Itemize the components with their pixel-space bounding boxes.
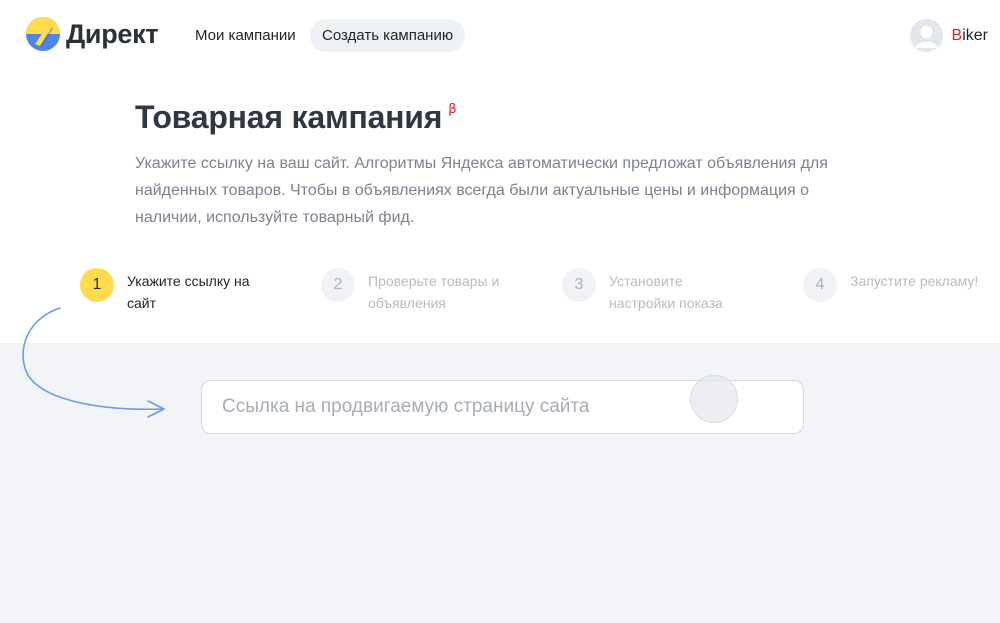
user-name-first-letter: B	[951, 26, 963, 44]
logo-text: Директ	[66, 18, 159, 49]
steps-progress: 1 Укажите ссылку на сайт 2 Проверьте тов…	[80, 268, 980, 318]
page-title: Товарная кампания	[135, 99, 443, 135]
header: Директ Мои кампании Создать кампанию Bik…	[0, 0, 1000, 70]
step-label: Запустите рекламу!	[850, 273, 979, 289]
user-name: Biker	[952, 27, 988, 45]
title-row: Товарная кампания β	[135, 96, 457, 138]
step-label: Проверьте товары и объявления	[368, 273, 500, 311]
cursor-indicator	[690, 375, 738, 423]
step-label: Установите настройки показа	[609, 273, 723, 311]
nav-my-campaigns[interactable]: Мои кампании	[195, 19, 296, 52]
yandex-direct-logo-icon	[26, 17, 60, 51]
logo[interactable]: Директ	[26, 17, 159, 51]
step-number: 2	[321, 268, 355, 302]
step-4: 4 Запустите рекламу!	[803, 268, 990, 302]
step-3: 3 Установите настройки показа	[562, 268, 749, 314]
user-menu[interactable]: Biker	[909, 19, 988, 52]
nav-create-campaign[interactable]: Создать кампанию	[310, 19, 466, 52]
step-number: 3	[562, 268, 596, 302]
user-avatar-icon	[909, 19, 943, 52]
user-name-rest: iker	[962, 26, 988, 44]
curved-arrow-icon	[22, 307, 165, 418]
step-number: 4	[803, 268, 837, 302]
page-description: Укажите ссылку на ваш сайт. Алгоритмы Ян…	[135, 155, 828, 226]
beta-badge: β	[448, 102, 457, 117]
step-2: 2 Проверьте товары и объявления	[321, 268, 508, 314]
